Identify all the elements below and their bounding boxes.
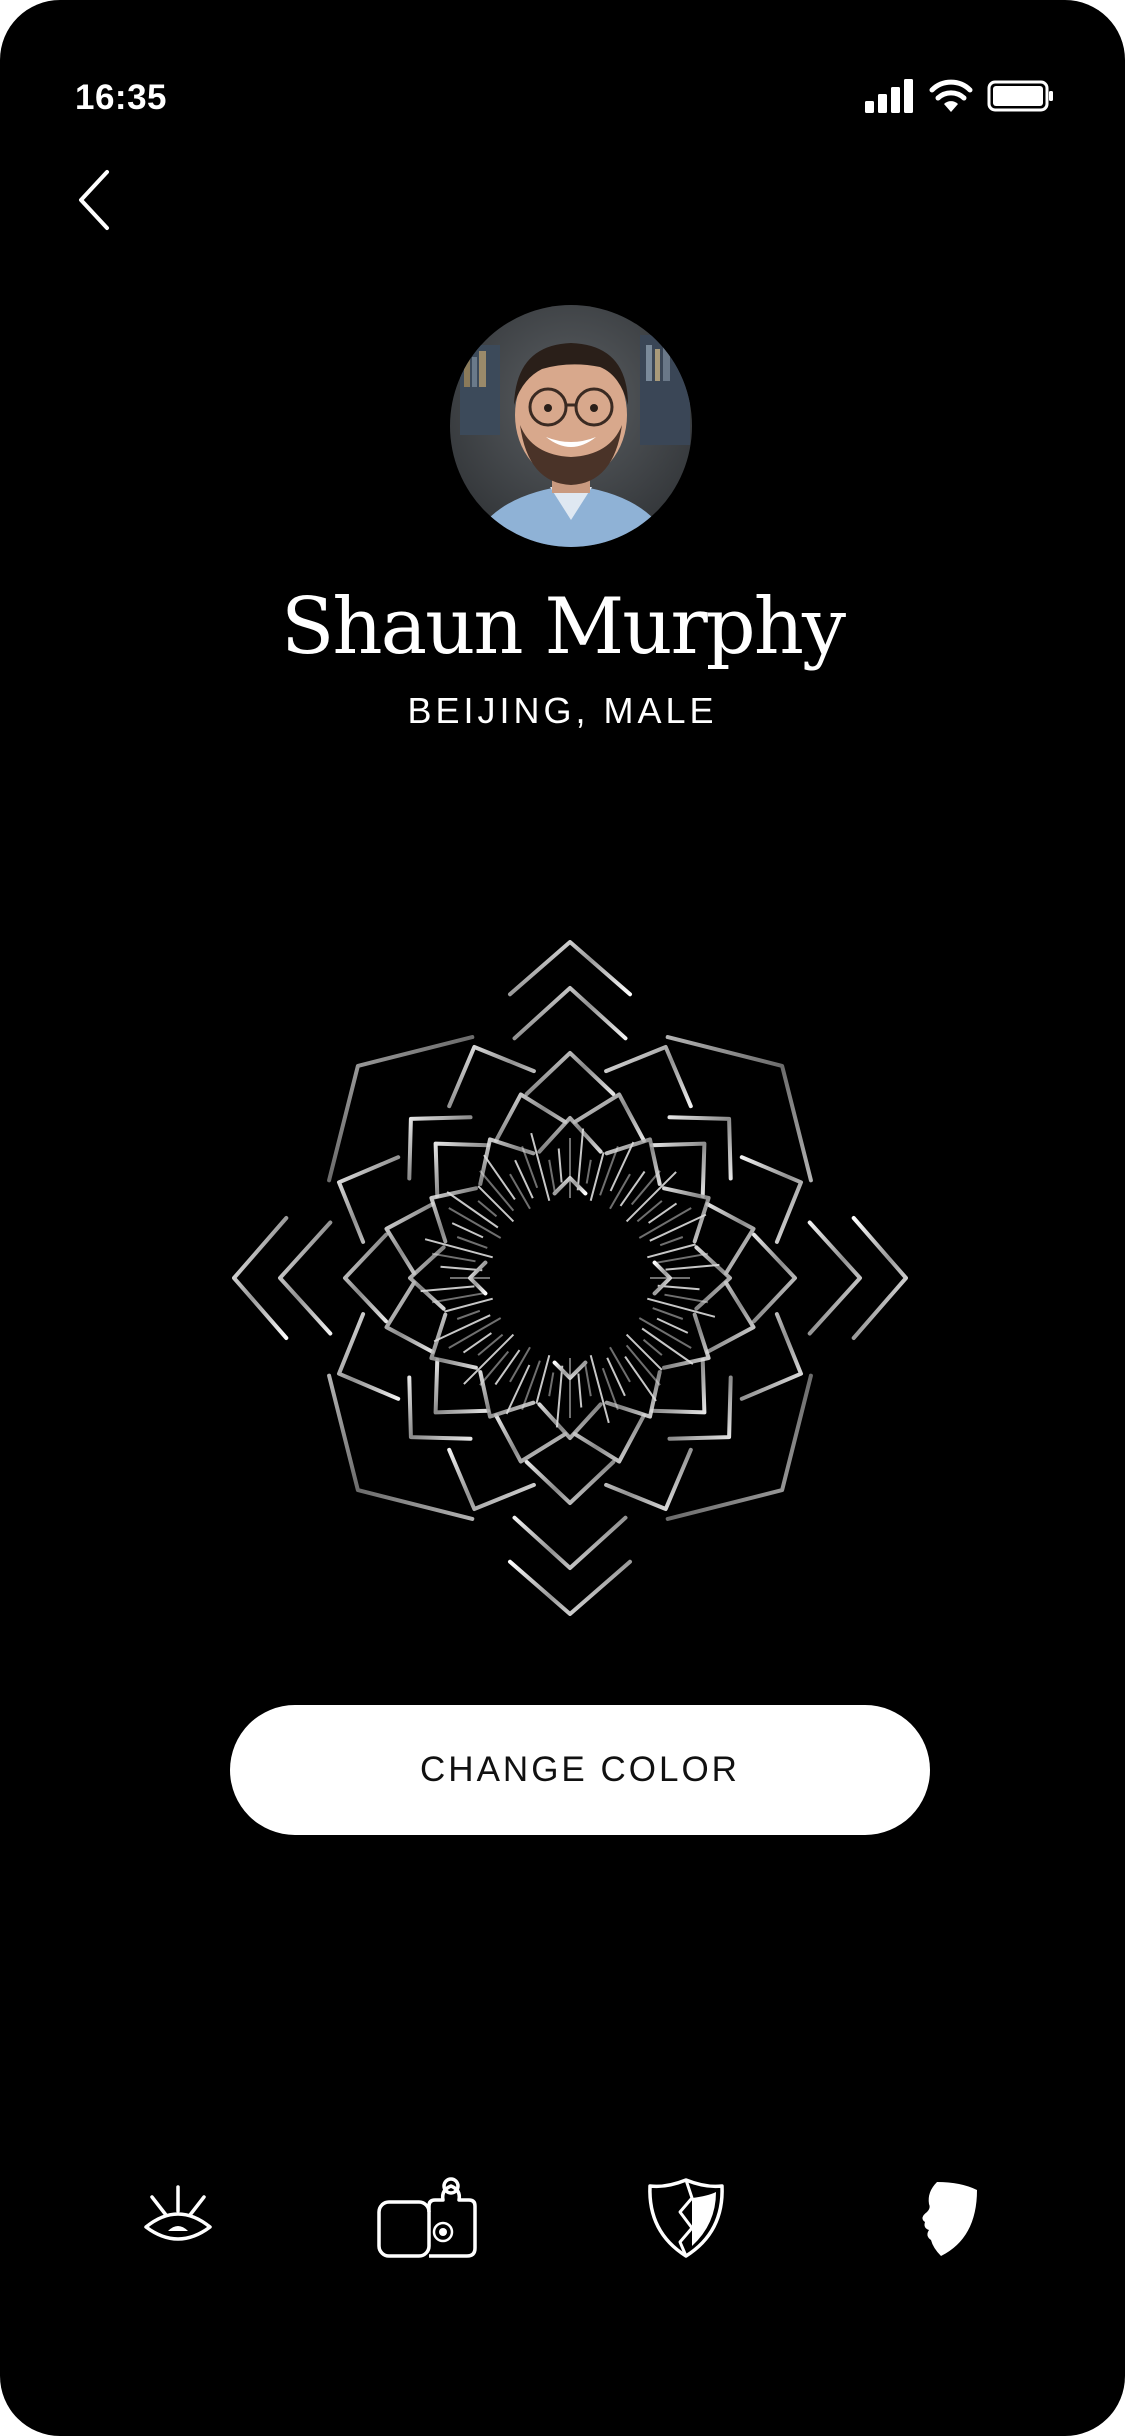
- signal-icon: [865, 78, 915, 118]
- chevron-left-icon: [75, 168, 115, 237]
- battery-icon: [987, 79, 1055, 118]
- status-icons: [865, 78, 1055, 118]
- change-color-button[interactable]: CHANGE COLOR: [230, 1705, 930, 1835]
- app-screen: 16:35 Shaun Murphy BEIJING, MALE CHANGE …: [0, 0, 1125, 2436]
- puzzle-cards-icon: [375, 2176, 485, 2265]
- tab-shield[interactable]: [626, 2160, 746, 2280]
- eye-rays-icon: [138, 2183, 218, 2258]
- back-button[interactable]: [60, 165, 130, 240]
- tab-eye[interactable]: [118, 2160, 238, 2280]
- face-mask-icon: [911, 2176, 981, 2265]
- mandala-pattern: [232, 940, 908, 1616]
- wifi-icon: [929, 79, 973, 118]
- tab-face[interactable]: [886, 2160, 1006, 2280]
- tab-bar: [0, 2160, 1125, 2290]
- status-bar: 16:35: [0, 0, 1125, 150]
- tab-cards[interactable]: [370, 2160, 490, 2280]
- avatar: [450, 305, 692, 547]
- profile-subtitle: BEIJING, MALE: [407, 690, 718, 731]
- shield-split-icon: [646, 2176, 726, 2265]
- profile-name: Shaun Murphy: [280, 582, 846, 672]
- status-time: 16:35: [75, 78, 168, 117]
